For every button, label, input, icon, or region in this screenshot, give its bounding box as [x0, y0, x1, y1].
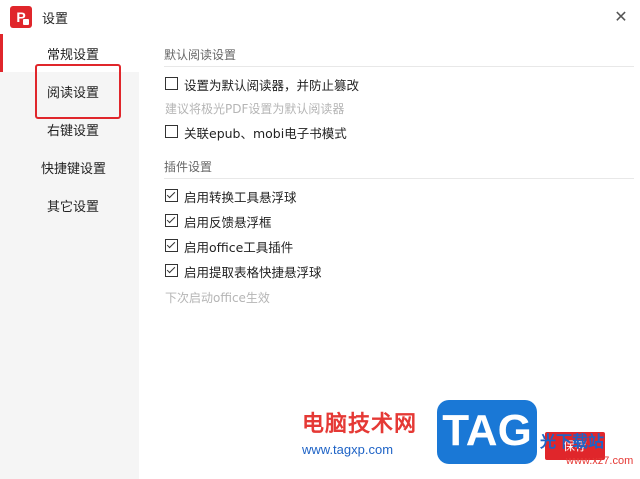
checkbox-icon[interactable]: [165, 125, 178, 138]
app-logo-icon: P: [10, 6, 32, 28]
checkbox-icon[interactable]: [165, 189, 178, 202]
option-label: 关联epub、mobi电子书模式: [184, 126, 347, 141]
window-title: 设置: [42, 12, 69, 27]
sidebar-item-other[interactable]: 其它设置: [0, 186, 139, 224]
checkbox-icon[interactable]: [165, 77, 178, 90]
hint-default-reader: 建议将极光PDF设置为默认阅读器: [165, 102, 345, 116]
title-bar: P 设置 ✕: [0, 0, 640, 34]
checkbox-icon[interactable]: [165, 214, 178, 227]
checkbox-icon[interactable]: [165, 264, 178, 277]
option-label: 启用转换工具悬浮球: [184, 190, 297, 205]
option-label: 启用反馈悬浮框: [184, 215, 272, 230]
watermark-url-text: www.tagxp.com: [302, 442, 394, 457]
sidebar-item-label: 其它设置: [47, 200, 100, 215]
sidebar-item-label: 右键设置: [47, 124, 100, 139]
watermark-site-text: 光下载站: [540, 432, 605, 451]
option-label: 设置为默认阅读器，并防止篡改: [184, 78, 360, 93]
section-title-default-reading: 默认阅读设置: [164, 48, 237, 62]
option-label: 启用提取表格快捷悬浮球: [184, 265, 322, 280]
sidebar-item-shortcuts[interactable]: 快捷键设置: [0, 148, 139, 186]
watermark-brand-text: 电脑技术网: [302, 412, 418, 437]
section-divider: [164, 66, 634, 67]
checkbox-icon[interactable]: [165, 239, 178, 252]
watermark-tag-text: TAG: [442, 406, 532, 455]
sidebar-item-label: 常规设置: [47, 48, 100, 63]
option-label: 启用office工具插件: [184, 240, 294, 255]
close-icon[interactable]: ✕: [610, 6, 632, 28]
section-divider: [164, 178, 634, 179]
watermark-site-url: www.xz7.com: [566, 455, 634, 467]
watermark-tag-logo: TAG: [437, 400, 537, 464]
hint-office-restart: 下次启动office生效: [165, 291, 270, 305]
highlight-annotation-box: [35, 64, 121, 119]
sidebar-item-label: 快捷键设置: [41, 162, 107, 177]
section-title-plugins: 插件设置: [164, 160, 213, 174]
